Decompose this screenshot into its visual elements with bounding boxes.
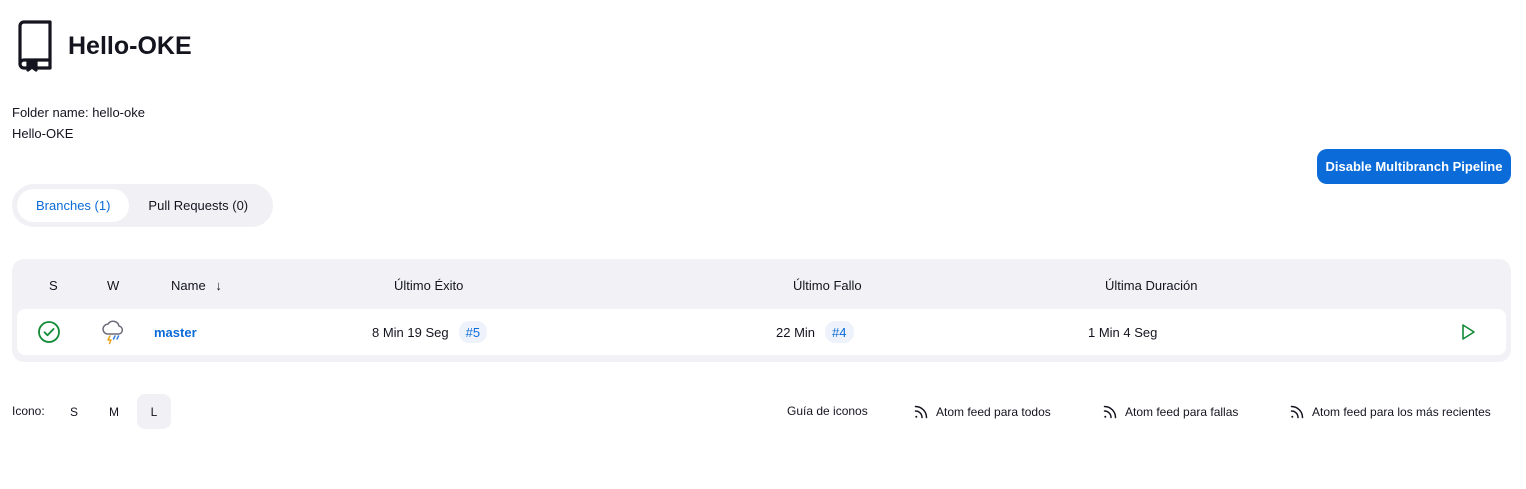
tab-branches[interactable]: Branches (1) bbox=[17, 189, 130, 222]
atom-feed-all-label: Atom feed para todos bbox=[936, 405, 1051, 419]
atom-feed-failures-link[interactable]: Atom feed para fallas bbox=[1102, 404, 1238, 420]
atom-feed-failures-label: Atom feed para fallas bbox=[1125, 405, 1239, 419]
atom-feed-all-link[interactable]: Atom feed para todos bbox=[913, 404, 1051, 420]
disable-multibranch-button[interactable]: Disable Multibranch Pipeline bbox=[1317, 149, 1511, 184]
sort-arrow-icon: ↓ bbox=[215, 278, 222, 293]
tab-pull-requests[interactable]: Pull Requests (0) bbox=[129, 189, 267, 222]
table-row: master 8 Min 19 Seg #5 22 Min #4 1 Min 4… bbox=[17, 309, 1506, 355]
column-header-last-duration[interactable]: Última Duración bbox=[1105, 278, 1197, 293]
atom-feed-latest-link[interactable]: Atom feed para los más recientes bbox=[1289, 404, 1491, 420]
rss-icon bbox=[1102, 404, 1118, 420]
atom-feed-latest-label: Atom feed para los más recientes bbox=[1312, 405, 1491, 419]
column-header-weather[interactable]: W bbox=[107, 278, 119, 293]
storm-cloud-icon bbox=[100, 309, 126, 355]
column-header-status[interactable]: S bbox=[49, 278, 58, 293]
branches-table: S W Name ↓ Último Éxito Último Fallo Últ… bbox=[12, 259, 1511, 362]
column-header-name[interactable]: Name ↓ bbox=[171, 278, 222, 293]
rss-icon bbox=[913, 404, 929, 420]
icon-size-s-button[interactable]: S bbox=[57, 394, 91, 429]
column-header-name-label: Name bbox=[171, 278, 206, 293]
page: Hello-OKE Folder name: hello-oke Hello-O… bbox=[0, 0, 1526, 489]
last-success-time: 8 Min 19 Seg bbox=[372, 324, 449, 340]
branch-tabs: Branches (1) Pull Requests (0) bbox=[12, 184, 273, 227]
folder-description: Folder name: hello-oke Hello-OKE bbox=[12, 102, 145, 144]
icon-size-label: Icono: bbox=[12, 404, 45, 418]
play-icon[interactable] bbox=[1458, 309, 1478, 355]
column-header-last-failure[interactable]: Último Fallo bbox=[793, 278, 862, 293]
success-check-icon bbox=[37, 309, 61, 355]
branch-link-master[interactable]: master bbox=[154, 325, 197, 340]
page-title: Hello-OKE bbox=[68, 31, 192, 60]
column-header-last-success[interactable]: Último Éxito bbox=[394, 278, 463, 293]
icon-legend-link[interactable]: Guía de iconos bbox=[787, 404, 868, 418]
last-duration-text: 1 Min 4 Seg bbox=[1088, 324, 1158, 340]
folder-name-text: Folder name: hello-oke bbox=[12, 105, 145, 120]
book-bookmark-icon bbox=[16, 20, 56, 72]
last-failure-build-link[interactable]: #4 bbox=[825, 321, 854, 343]
icon-legend-label: Guía de iconos bbox=[787, 404, 868, 418]
icon-size-l-button[interactable]: L bbox=[137, 394, 171, 429]
rss-icon bbox=[1289, 404, 1305, 420]
last-failure-time: 22 Min bbox=[776, 324, 816, 340]
last-success-build-link[interactable]: #5 bbox=[458, 321, 488, 343]
icon-size-m-button[interactable]: M bbox=[97, 394, 131, 429]
folder-display-name: Hello-OKE bbox=[12, 126, 74, 141]
page-header: Hello-OKE bbox=[16, 20, 192, 72]
